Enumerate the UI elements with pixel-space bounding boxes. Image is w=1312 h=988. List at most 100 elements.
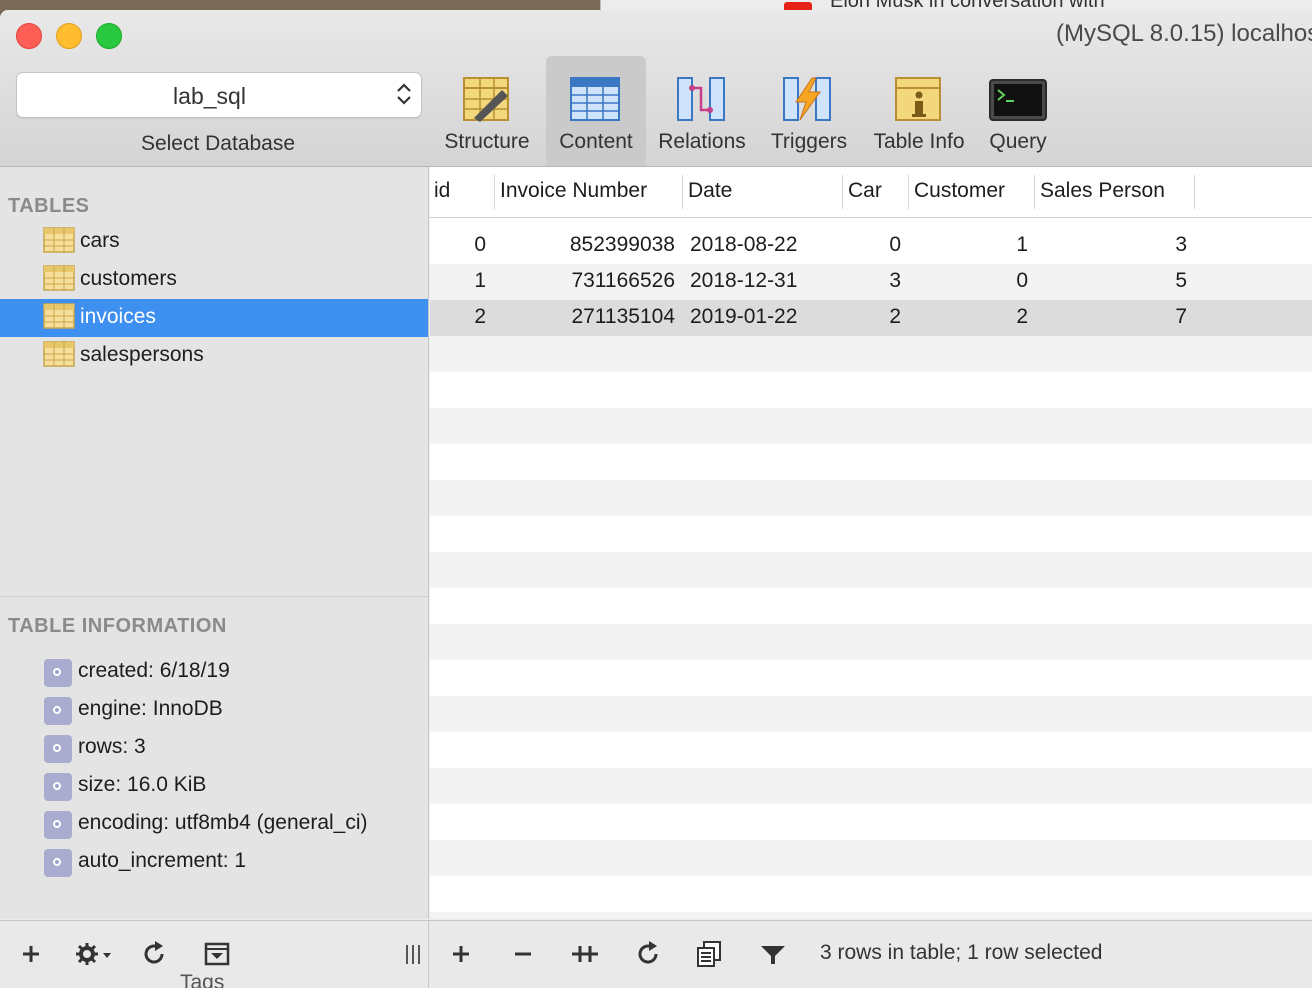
table-header: id Invoice Number Date Car Customer Sale… — [430, 167, 1312, 218]
table-icon — [43, 227, 75, 253]
window-title: (MySQL 8.0.15) localhost — [1056, 20, 1312, 47]
empty-row — [430, 336, 1312, 372]
info-bullet-icon — [44, 773, 72, 801]
table-info-tab[interactable]: Table Info — [866, 56, 972, 166]
column-header-invoice-number[interactable]: Invoice Number — [500, 179, 647, 203]
sidebar-item-customers[interactable]: customers — [0, 261, 428, 299]
info-item-size: size: 16.0 KiB — [0, 767, 428, 805]
empty-row — [430, 552, 1312, 588]
cell-sales-person: 3 — [1175, 233, 1187, 256]
sidebar-item-invoices[interactable]: invoices — [0, 299, 428, 337]
info-item-label: encoding: utf8mb4 (general_ci) — [78, 811, 368, 834]
structure-tab[interactable]: Structure — [436, 56, 538, 166]
info-item-engine: engine: InnoDB — [0, 691, 428, 729]
column-separator[interactable] — [494, 175, 495, 209]
bottom-bar: Tags 3 rows in table; 1 row selected — [0, 920, 1312, 988]
cell-car: 2 — [889, 305, 901, 328]
relations-icon — [677, 77, 725, 121]
table-info-tab-label: Table Info — [873, 130, 965, 153]
column-separator[interactable] — [842, 175, 843, 209]
info-item-rows: rows: 3 — [0, 729, 428, 767]
column-separator[interactable] — [908, 175, 909, 209]
refresh-icon[interactable] — [140, 939, 170, 969]
gear-icon[interactable] — [74, 939, 114, 969]
column-header-sales-person[interactable]: Sales Person — [1040, 179, 1165, 203]
sidebar-item-cars[interactable]: cars — [0, 223, 428, 261]
column-separator[interactable] — [1034, 175, 1035, 209]
resize-handle-icon[interactable] — [398, 939, 428, 969]
triggers-icon — [783, 77, 831, 121]
table-row-selected[interactable]: 2 271135104 2019-01-22 2 2 7 — [430, 300, 1312, 336]
cell-customer: 0 — [1016, 269, 1028, 292]
table-row[interactable]: 0 852399038 2018-08-22 0 1 3 — [430, 228, 1312, 264]
database-select[interactable]: lab_sql — [16, 72, 422, 118]
add-table-icon[interactable] — [16, 939, 46, 969]
duplicate-row-icon[interactable] — [568, 939, 602, 969]
cell-id: 2 — [474, 305, 486, 328]
sequel-pro-window: (MySQL 8.0.15) localhost lab_sql Select … — [0, 10, 1312, 988]
cell-id: 0 — [474, 233, 486, 256]
cell-invoice-number: 731166526 — [571, 269, 675, 292]
filter-tables-icon[interactable] — [202, 939, 232, 969]
content-tab[interactable]: Content — [546, 56, 646, 166]
empty-row — [430, 912, 1312, 919]
content-icon — [570, 77, 620, 121]
info-item-label: rows: 3 — [78, 735, 146, 758]
sidebar-item-label: customers — [80, 267, 177, 290]
triggers-tab[interactable]: Triggers — [760, 56, 858, 166]
refresh-table-icon[interactable] — [634, 939, 664, 969]
table-row[interactable]: 1 731166526 2018-12-31 3 0 5 — [430, 264, 1312, 300]
column-header-date[interactable]: Date — [688, 179, 732, 203]
table-icon — [43, 303, 75, 329]
add-row-icon[interactable] — [446, 939, 476, 969]
close-window-button[interactable] — [16, 23, 42, 49]
empty-row — [430, 408, 1312, 444]
info-bullet-icon — [44, 811, 72, 839]
column-header-customer[interactable]: Customer — [914, 179, 1005, 203]
empty-row — [430, 624, 1312, 660]
cell-customer: 1 — [1016, 233, 1028, 256]
select-arrows-icon — [397, 83, 411, 105]
cell-date: 2018-12-31 — [690, 269, 798, 292]
query-icon — [989, 79, 1047, 121]
empty-row — [430, 840, 1312, 876]
tags-label: Tags — [180, 971, 225, 988]
sidebar-divider[interactable] — [0, 596, 428, 597]
table-information-heading: TABLE INFORMATION — [8, 615, 227, 637]
export-icon[interactable] — [694, 939, 724, 969]
content-tab-label: Content — [559, 130, 633, 153]
table-info-icon — [895, 77, 941, 121]
minimize-window-button[interactable] — [56, 23, 82, 49]
cell-id: 1 — [474, 269, 486, 292]
cell-sales-person: 7 — [1175, 305, 1187, 328]
sidebar-item-salespersons[interactable]: salespersons — [0, 337, 428, 375]
column-separator[interactable] — [1194, 175, 1195, 209]
info-bullet-icon — [44, 697, 72, 725]
cell-car: 0 — [889, 233, 901, 256]
info-item-label: size: 16.0 KiB — [78, 773, 207, 796]
column-header-car[interactable]: Car — [848, 179, 882, 203]
column-separator[interactable] — [682, 175, 683, 209]
info-item-label: engine: InnoDB — [78, 697, 223, 720]
info-item-label: created: 6/18/19 — [78, 659, 230, 682]
filter-icon[interactable] — [758, 939, 788, 969]
zoom-window-button[interactable] — [96, 23, 122, 49]
info-item-auto-increment: auto_increment: 1 — [0, 843, 428, 881]
info-item-encoding: encoding: utf8mb4 (general_ci) — [0, 805, 428, 843]
delete-row-icon[interactable] — [508, 939, 538, 969]
structure-icon — [463, 77, 509, 122]
empty-row — [430, 480, 1312, 516]
relations-tab[interactable]: Relations — [652, 56, 752, 166]
empty-row — [430, 768, 1312, 804]
query-tab[interactable]: Query — [980, 56, 1056, 166]
cell-car: 3 — [889, 269, 901, 292]
sidebar-item-label: invoices — [80, 305, 156, 328]
sidebar: TABLES cars customers invoices salespers… — [0, 167, 429, 919]
query-tab-label: Query — [989, 130, 1047, 153]
sidebar-item-label: cars — [80, 229, 120, 252]
cell-invoice-number: 852399038 — [569, 233, 675, 256]
triggers-tab-label: Triggers — [770, 130, 848, 153]
column-header-id[interactable]: id — [434, 179, 450, 203]
status-text: 3 rows in table; 1 row selected — [820, 941, 1103, 964]
content-table: id Invoice Number Date Car Customer Sale… — [430, 167, 1312, 919]
